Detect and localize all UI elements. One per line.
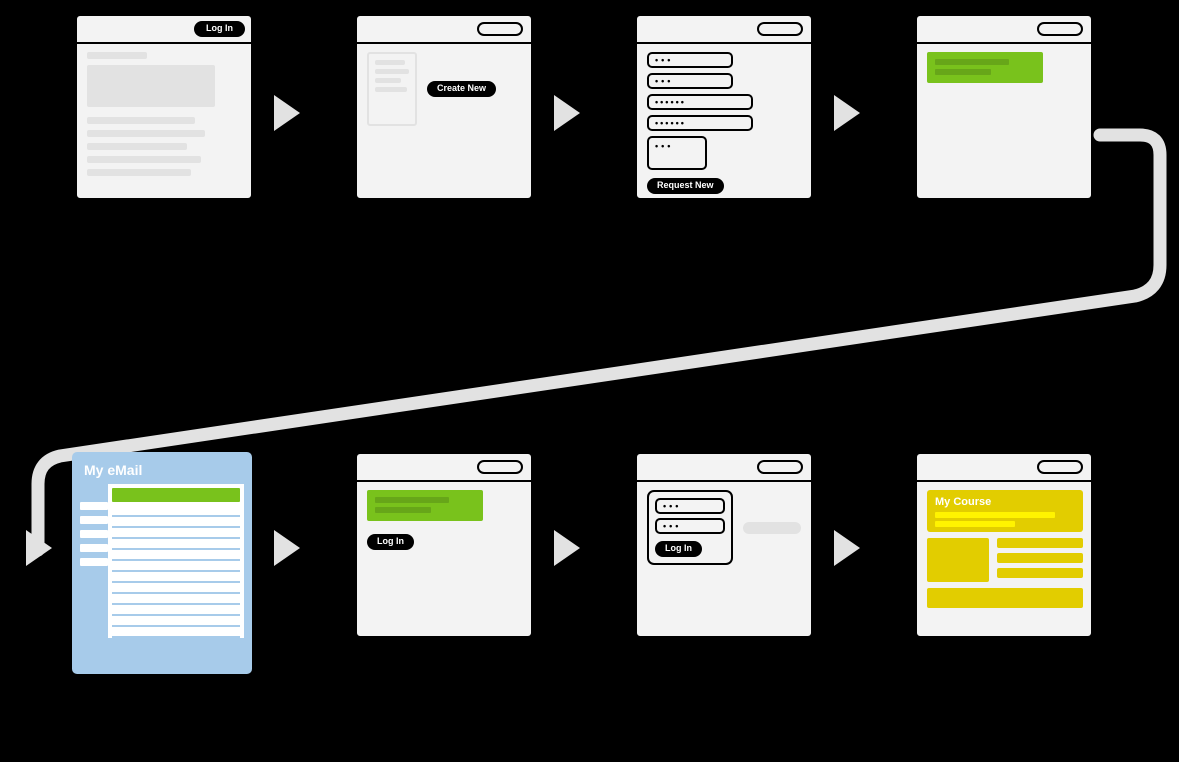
window-titlebar [917,16,1091,44]
window-titlebar [357,16,531,44]
login-button[interactable]: Log In [655,541,702,557]
arrow-icon [554,95,580,131]
login-button[interactable]: Log In [367,534,414,550]
success-banner [367,490,483,521]
placeholder-bar [743,522,801,534]
window-titlebar [357,454,531,482]
username-field[interactable]: ••• [655,498,725,514]
step-2-create: Create New [355,14,533,200]
window-titlebar [637,454,811,482]
form-field[interactable]: ••• [647,136,707,170]
email-selected-row[interactable] [112,488,240,502]
arrow-icon [554,530,580,566]
success-banner [927,52,1043,83]
form-field[interactable]: ••• [647,73,733,89]
email-list[interactable] [108,484,244,638]
course-title: My Course [935,496,1075,508]
login-button[interactable]: Log In [194,21,245,37]
course-widget[interactable] [997,568,1083,578]
window-titlebar: Log In [77,16,251,44]
arrow-icon [834,530,860,566]
course-widget[interactable] [927,588,1083,608]
step-7-login-form: ••• ••• Log In [635,452,813,638]
form-field[interactable]: •••••• [647,115,753,131]
arrow-icon [26,530,52,566]
login-panel: ••• ••• Log In [647,490,733,565]
step-1-landing: Log In [75,14,253,200]
step-8-course-dashboard: My Course [915,452,1093,638]
request-new-button[interactable]: Request New [647,178,724,194]
form-field[interactable]: ••• [647,52,733,68]
course-widget[interactable] [927,538,989,582]
window-titlebar [637,16,811,44]
password-field[interactable]: ••• [655,518,725,534]
arrow-icon [274,95,300,131]
email-title: My eMail [72,462,252,484]
step-4-confirmation [915,14,1093,200]
step-3-request-form: ••• ••• •••••• •••••• ••• Request New [635,14,813,200]
form-field[interactable]: •••••• [647,94,753,110]
email-sidebar [80,484,108,638]
course-widget[interactable] [997,553,1083,563]
step-6-login-prompt: Log In [355,452,533,638]
arrow-icon [274,530,300,566]
course-widget[interactable] [997,538,1083,548]
doc-thumb [367,52,417,126]
course-header: My Course [927,490,1083,532]
window-titlebar [917,454,1091,482]
arrow-icon [834,95,860,131]
create-new-button[interactable]: Create New [427,81,496,97]
step-5-email-client: My eMail [72,452,252,674]
